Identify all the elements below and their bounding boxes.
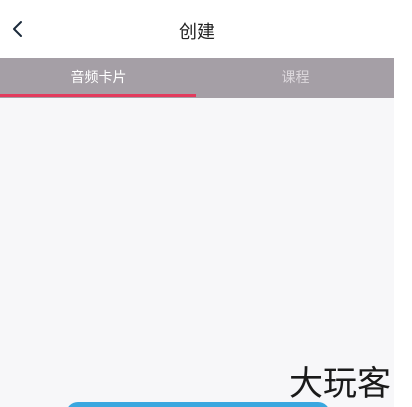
content-area [0, 98, 394, 407]
chevron-left-icon [13, 21, 22, 37]
watermark-logo: 大玩客 [289, 364, 391, 404]
header-bar: 创建 [0, 0, 394, 58]
page-title: 创建 [179, 22, 215, 43]
tab-bar: 音频卡片 课程 [0, 58, 394, 98]
right-gutter [394, 0, 412, 407]
active-tab-indicator [0, 94, 196, 97]
tab-audio-card[interactable]: 音频卡片 [0, 58, 197, 98]
tab-course[interactable]: 课程 [197, 58, 394, 98]
back-button[interactable] [6, 17, 30, 41]
app-screen: 创建 音频卡片 课程 [0, 0, 394, 407]
